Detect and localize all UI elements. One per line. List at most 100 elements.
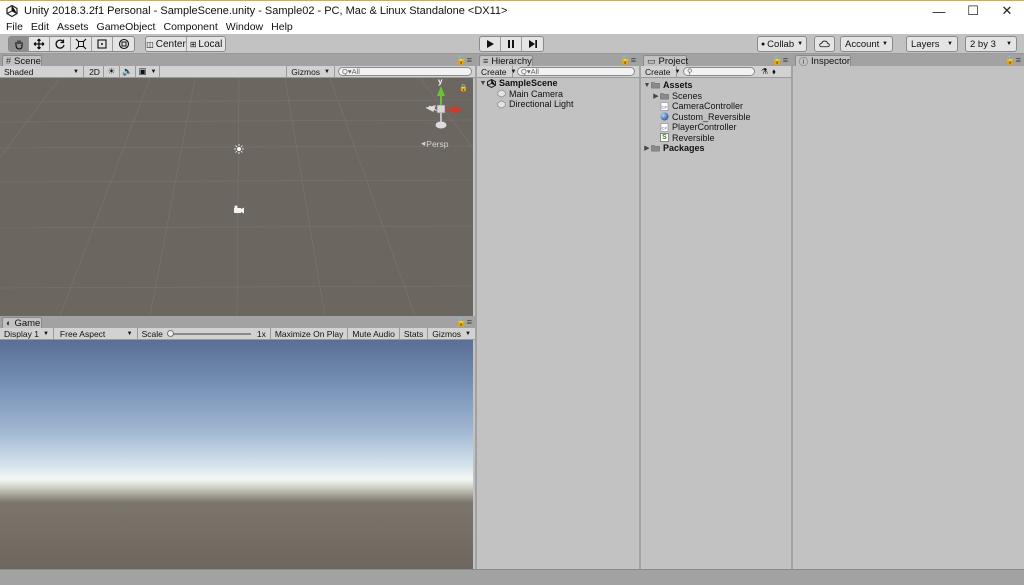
gizmos-dropdown[interactable]: Gizmos ▼: [286, 66, 335, 77]
tab-game[interactable]: ◐ Game: [2, 317, 42, 329]
cloud-icon: [819, 40, 830, 48]
mute-audio-toggle[interactable]: Mute Audio: [348, 328, 400, 339]
lock-icon[interactable]: 🔒: [459, 84, 468, 92]
menu-gameobject[interactable]: GameObject: [93, 21, 160, 33]
rotate-tool-icon[interactable]: [50, 37, 71, 51]
projection-toggle[interactable]: ◂ Persp: [421, 138, 449, 149]
stats-toggle[interactable]: Stats: [400, 328, 429, 339]
scenes-folder-row[interactable]: ▶ Scenes: [641, 91, 791, 102]
maximize-on-play-toggle[interactable]: Maximize On Play: [271, 328, 349, 339]
scale-slider-thumb[interactable]: [166, 329, 174, 337]
layers-dropdown[interactable]: Layers ▼: [906, 36, 958, 52]
project-create-dropdown[interactable]: Create ▼: [641, 66, 680, 77]
tab-hierarchy[interactable]: ≡ Hierarchy: [479, 55, 533, 67]
project-panel: ▭ Project 🔒≡ Create ▼ ⚲ ⚗ ⬧ ▼ Assets ▶ S…: [641, 54, 791, 570]
list-item[interactable]: Main Camera: [477, 89, 639, 100]
panel-menu-icon[interactable]: 🔒≡: [456, 55, 472, 66]
scene-viewport[interactable]: y 🔒 ◂ Persp: [0, 78, 473, 316]
audio-toggle[interactable]: 🔈: [120, 66, 136, 77]
assets-folder-row[interactable]: ▼ Assets: [641, 80, 791, 91]
panel-menu-icon[interactable]: 🔒≡: [620, 55, 636, 66]
game-gizmos-dropdown[interactable]: Gizmos ▼: [428, 328, 475, 339]
filter-type-icon[interactable]: ⚗: [761, 67, 768, 76]
lighting-toggle[interactable]: ☀: [104, 66, 120, 77]
list-icon: ≡: [483, 56, 489, 66]
folder-icon: [651, 81, 660, 90]
scale-tool-icon[interactable]: [71, 37, 92, 51]
chevron-down-icon: ▼: [674, 68, 681, 75]
tab-inspector[interactable]: ⓘ Inspector: [795, 55, 851, 67]
hand-tool-icon[interactable]: [9, 37, 29, 51]
game-panel: ◐ Game 🔒≡ Display 1 ▼ Free Aspect ▼ Scal…: [0, 316, 475, 572]
scene-root-row[interactable]: ▼ SampleScene: [477, 78, 639, 89]
account-dropdown[interactable]: Account ▼: [840, 36, 893, 52]
panel-menu-icon[interactable]: 🔒≡: [456, 317, 472, 328]
directional-light-icon[interactable]: [234, 144, 244, 154]
rect-tool-icon[interactable]: [92, 37, 113, 51]
game-tab-strip: ◐ Game 🔒≡: [0, 316, 475, 329]
aspect-dropdown[interactable]: Free Aspect ▼: [56, 328, 138, 339]
game-viewport[interactable]: [0, 340, 473, 572]
play-button[interactable]: [480, 37, 501, 51]
menu-component[interactable]: Component: [159, 21, 221, 33]
collab-dropdown[interactable]: ● Collab ▼: [757, 36, 807, 52]
minimize-button[interactable]: —: [922, 1, 956, 21]
menu-assets[interactable]: Assets: [53, 21, 93, 33]
hierarchy-search-input[interactable]: Q▾All: [517, 67, 635, 76]
camera-icon[interactable]: [234, 205, 244, 214]
list-item[interactable]: Custom_Reversible: [641, 112, 791, 123]
transform-tool-icon[interactable]: [113, 37, 134, 51]
panel-menu-icon[interactable]: 🔒≡: [772, 55, 788, 66]
tab-game-label: Game: [14, 317, 41, 329]
packages-folder-row[interactable]: ▶ Packages: [641, 143, 791, 154]
expand-arrow-icon[interactable]: ▼: [643, 82, 651, 89]
maximize-button[interactable]: ☐: [956, 1, 990, 21]
pause-button[interactable]: [501, 37, 522, 51]
list-item[interactable]: S Reversible: [641, 133, 791, 144]
layout-dropdown[interactable]: 2 by 3 ▼: [965, 36, 1017, 52]
expand-arrow-icon[interactable]: ▼: [479, 80, 487, 87]
pivot-center-toggle[interactable]: ◫ Center: [146, 37, 187, 51]
menu-edit[interactable]: Edit: [27, 21, 53, 33]
menu-help[interactable]: Help: [267, 21, 297, 33]
filter-label-icon[interactable]: ⬧: [772, 67, 776, 77]
pivot-space-toggle[interactable]: ⊞ Local: [187, 37, 225, 51]
project-search-input[interactable]: ⚲: [683, 67, 755, 76]
scene-control-bar: Shaded ▼ 2D ☀ 🔈 ▣ ▼ Gizmos ▼ Q▾All: [0, 66, 475, 78]
tab-scene[interactable]: # Scene: [2, 55, 42, 67]
script-icon: C#: [660, 122, 669, 132]
scene-search-input[interactable]: Q▾All: [338, 67, 472, 76]
menu-file[interactable]: File: [2, 21, 27, 33]
list-item-label: Custom_Reversible: [672, 111, 751, 122]
pivot-space-label: Local: [198, 38, 223, 50]
move-tool-icon[interactable]: [29, 37, 50, 51]
collapse-arrow-icon[interactable]: ▶: [643, 144, 651, 152]
effects-dropdown[interactable]: ▣ ▼: [136, 66, 160, 77]
list-item[interactable]: Directional Light: [477, 99, 639, 110]
menu-window[interactable]: Window: [222, 21, 267, 33]
shading-mode-dropdown[interactable]: Shaded ▼: [0, 66, 84, 77]
center-icon: ◫: [146, 39, 154, 49]
step-button[interactable]: [522, 37, 543, 51]
list-item[interactable]: C# PlayerController: [641, 122, 791, 133]
list-item[interactable]: C# CameraController: [641, 101, 791, 112]
chevron-down-icon: ▼: [465, 330, 471, 337]
scale-slider[interactable]: [166, 329, 251, 337]
list-item-label: Directional Light: [509, 99, 574, 110]
collapse-arrow-icon[interactable]: ▶: [652, 92, 660, 100]
folder-icon: ▭: [647, 55, 656, 66]
close-button[interactable]: ✕: [990, 1, 1024, 21]
panel-menu-icon[interactable]: 🔒≡: [1005, 55, 1021, 66]
scenes-folder-label: Scenes: [672, 90, 703, 101]
tab-project[interactable]: ▭ Project: [643, 55, 688, 67]
cloud-button[interactable]: [814, 36, 835, 52]
chevron-down-icon: ▼: [947, 41, 953, 47]
pivot-center-label: Center: [155, 38, 186, 50]
2d-toggle[interactable]: 2D: [86, 66, 104, 77]
tab-inspector-label: Inspector: [811, 55, 851, 67]
display-dropdown[interactable]: Display 1 ▼: [0, 328, 54, 339]
gizmo-y-label: y: [438, 78, 443, 86]
sun-icon: ☀: [107, 66, 116, 76]
hierarchy-create-dropdown[interactable]: Create ▼: [477, 66, 516, 77]
orientation-gizmo[interactable]: y 🔒 ◂ Persp: [421, 78, 468, 150]
